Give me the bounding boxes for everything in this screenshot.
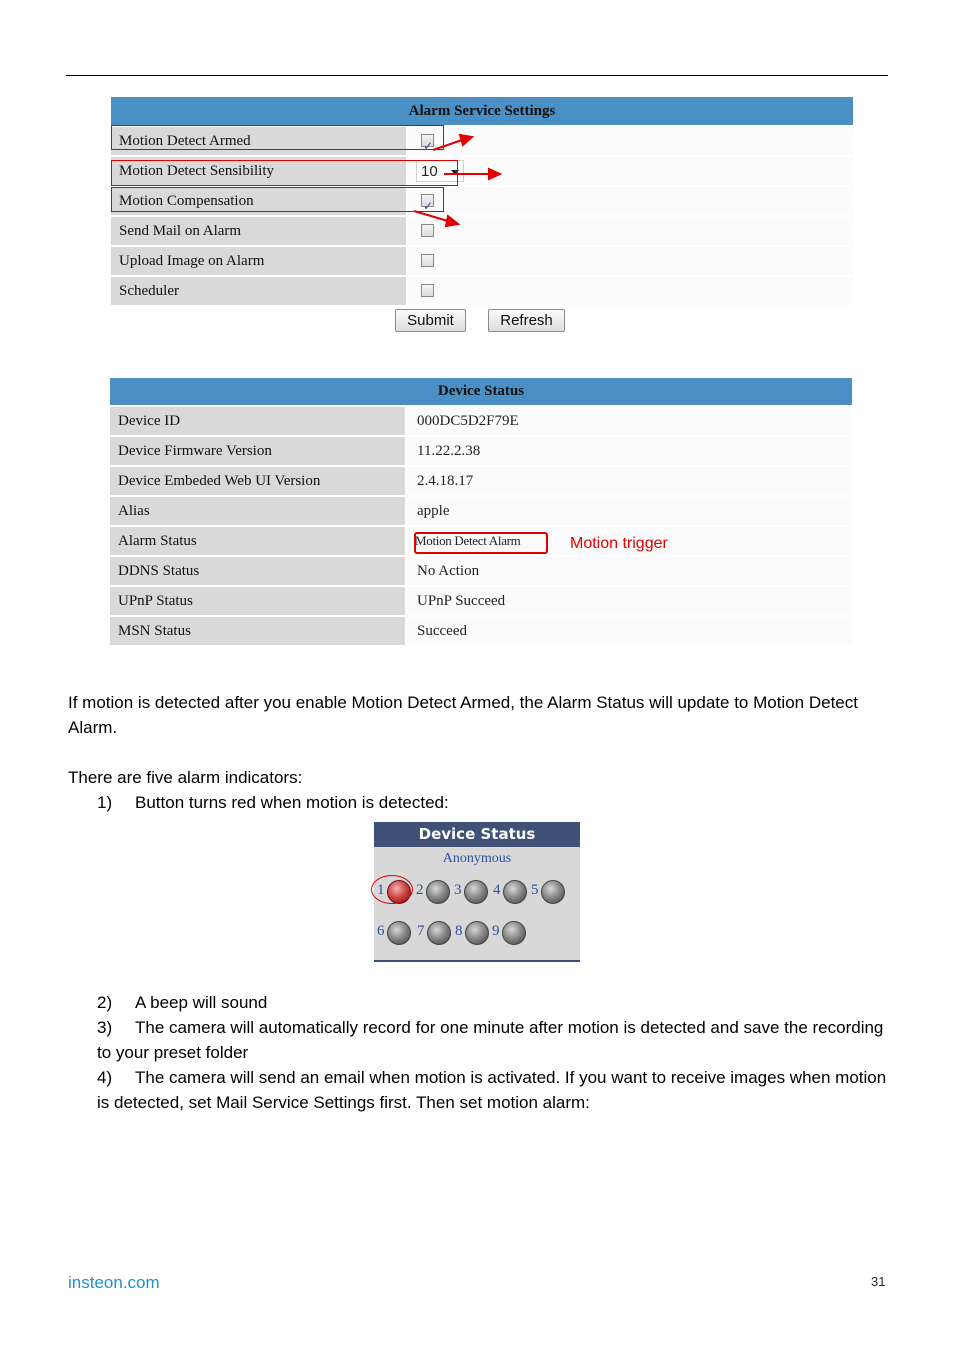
alarm-light-icon — [541, 880, 565, 904]
status-value: Succeed — [407, 617, 852, 645]
highlight-motion-compensation — [111, 187, 444, 212]
status-label: MSN Status — [110, 617, 405, 645]
status-row: UPnP Status UPnP Succeed — [110, 587, 852, 615]
status-label: DDNS Status — [110, 557, 405, 585]
status-value: apple — [407, 497, 852, 525]
status-label: Alias — [110, 497, 405, 525]
intro-paragraph: If motion is detected after you enable M… — [68, 693, 858, 737]
footer-link[interactable]: insteon.com — [68, 1273, 160, 1293]
list-item: 3) The camera will automatically record f… — [97, 1018, 884, 1062]
status-label: Alarm Status — [110, 527, 405, 555]
page-number: 31 — [871, 1274, 886, 1289]
status-label: Device ID — [110, 407, 405, 435]
status-row: Alias apple — [110, 497, 852, 525]
setting-row-scheduler: Scheduler — [111, 277, 853, 305]
motion-trigger-annotation: Motion trigger — [570, 535, 668, 552]
scheduler-checkbox[interactable] — [421, 284, 434, 297]
alarm-light-icon — [503, 880, 527, 904]
status-value: 000DC5D2F79E — [407, 407, 852, 435]
status-label: UPnP Status — [110, 587, 405, 615]
status-value: 2.4.18.17 — [407, 467, 852, 495]
button-bar: Submit Refresh — [111, 309, 853, 337]
alarm-light-icon — [465, 921, 489, 945]
setting-label: Scheduler — [111, 277, 406, 305]
status-row: Device Embeded Web UI Version 2.4.18.17 — [110, 467, 852, 495]
alarm-light-icon — [502, 921, 526, 945]
status-row: Device Firmware Version 11.22.2.38 — [110, 437, 852, 465]
status-value: No Action — [407, 557, 852, 585]
refresh-button[interactable]: Refresh — [488, 309, 565, 332]
status-label: Device Firmware Version — [110, 437, 405, 465]
submit-button[interactable]: Submit — [395, 309, 466, 332]
status-row: MSN Status Succeed — [110, 617, 852, 645]
header-rule — [66, 75, 888, 76]
alarm-light-icon — [387, 921, 411, 945]
list-item: 4) The camera will send an email when mot… — [97, 1068, 887, 1112]
setting-row-upload-image: Upload Image on Alarm — [111, 247, 853, 275]
widget-title: Device Status — [374, 822, 580, 847]
setting-label: Send Mail on Alarm — [111, 217, 406, 245]
list-item: 2) A beep will sound — [97, 993, 268, 1012]
status-value: 11.22.2.38 — [407, 437, 852, 465]
indicators-heading: There are five alarm indicators: — [68, 768, 303, 787]
upload-image-checkbox[interactable] — [421, 254, 434, 267]
list-item: 1) Button turns red when motion is detect… — [97, 793, 449, 812]
status-row: Device ID 000DC5D2F79E — [110, 407, 852, 435]
widget-user: Anonymous — [442, 851, 512, 866]
setting-row-send-mail: Send Mail on Alarm — [111, 217, 853, 245]
status-label: Device Embeded Web UI Version — [110, 467, 405, 495]
highlight-indicator-1 — [371, 875, 413, 904]
send-mail-checkbox[interactable] — [421, 224, 434, 237]
highlight-alarm-status — [414, 532, 548, 554]
status-value: UPnP Succeed — [407, 587, 852, 615]
status-row: DDNS Status No Action — [110, 557, 852, 585]
alarm-settings-title: Alarm Service Settings — [111, 97, 853, 125]
device-status-title: Device Status — [110, 378, 852, 405]
highlight-motion-detect-sensibility — [111, 160, 458, 186]
setting-label: Upload Image on Alarm — [111, 247, 406, 275]
highlight-motion-detect-armed — [111, 125, 444, 150]
device-status-panel: Device Status Device ID 000DC5D2F79E Devi… — [110, 378, 852, 648]
alarm-light-icon — [426, 880, 450, 904]
alarm-light-icon — [427, 921, 451, 945]
alarm-light-icon — [464, 880, 488, 904]
